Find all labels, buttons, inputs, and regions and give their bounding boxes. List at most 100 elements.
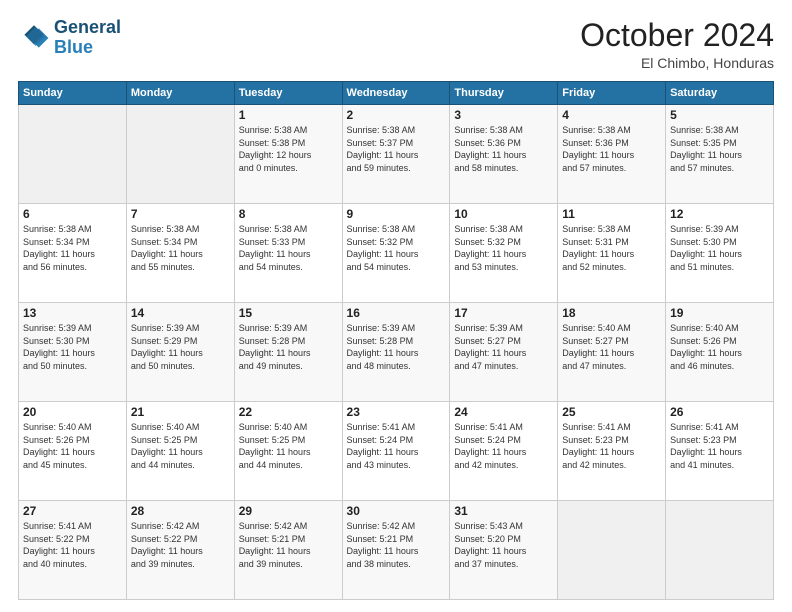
day-cell: 17 Sunrise: 5:39 AM Sunset: 5:27 PM Dayli… bbox=[450, 303, 558, 402]
day-number: 23 bbox=[347, 405, 446, 419]
day-info: Sunrise: 5:38 AM Sunset: 5:32 PM Dayligh… bbox=[347, 223, 446, 273]
day-info: Sunrise: 5:38 AM Sunset: 5:36 PM Dayligh… bbox=[562, 124, 661, 174]
day-number: 27 bbox=[23, 504, 122, 518]
col-saturday: Saturday bbox=[666, 82, 774, 105]
day-cell: 25 Sunrise: 5:41 AM Sunset: 5:23 PM Dayli… bbox=[558, 402, 666, 501]
day-info: Sunrise: 5:38 AM Sunset: 5:36 PM Dayligh… bbox=[454, 124, 553, 174]
day-info: Sunrise: 5:41 AM Sunset: 5:24 PM Dayligh… bbox=[454, 421, 553, 471]
day-info: Sunrise: 5:42 AM Sunset: 5:22 PM Dayligh… bbox=[131, 520, 230, 570]
day-cell: 16Sunrise: 5:39 AM Sunset: 5:28 PM Dayli… bbox=[342, 303, 450, 402]
day-number: 19 bbox=[670, 306, 769, 320]
day-number: 8 bbox=[239, 207, 338, 221]
day-number: 18 bbox=[562, 306, 661, 320]
day-cell: 5 Sunrise: 5:38 AM Sunset: 5:35 PM Daylig… bbox=[666, 105, 774, 204]
logo: General Blue bbox=[18, 18, 121, 58]
header: General Blue October 2024 El Chimbo, Hon… bbox=[18, 18, 774, 71]
day-info: Sunrise: 5:38 AM Sunset: 5:37 PM Dayligh… bbox=[347, 124, 446, 174]
day-info: Sunrise: 5:38 AM Sunset: 5:34 PM Dayligh… bbox=[131, 223, 230, 273]
day-info: Sunrise: 5:41 AM Sunset: 5:23 PM Dayligh… bbox=[670, 421, 769, 471]
day-cell bbox=[19, 105, 127, 204]
month-title: October 2024 bbox=[580, 18, 774, 53]
day-number: 26 bbox=[670, 405, 769, 419]
day-cell bbox=[126, 105, 234, 204]
day-number: 7 bbox=[131, 207, 230, 221]
title-block: October 2024 El Chimbo, Honduras bbox=[580, 18, 774, 71]
col-friday: Friday bbox=[558, 82, 666, 105]
day-cell: 12Sunrise: 5:39 AM Sunset: 5:30 PM Dayli… bbox=[666, 204, 774, 303]
day-number: 20 bbox=[23, 405, 122, 419]
day-info: Sunrise: 5:40 AM Sunset: 5:26 PM Dayligh… bbox=[23, 421, 122, 471]
logo-general: General bbox=[54, 17, 121, 37]
day-info: Sunrise: 5:42 AM Sunset: 5:21 PM Dayligh… bbox=[347, 520, 446, 570]
day-number: 30 bbox=[347, 504, 446, 518]
day-cell: 8 Sunrise: 5:38 AM Sunset: 5:33 PM Daylig… bbox=[234, 204, 342, 303]
day-number: 2 bbox=[347, 108, 446, 122]
day-cell: 13Sunrise: 5:39 AM Sunset: 5:30 PM Dayli… bbox=[19, 303, 127, 402]
col-thursday: Thursday bbox=[450, 82, 558, 105]
day-cell: 31Sunrise: 5:43 AM Sunset: 5:20 PM Dayli… bbox=[450, 501, 558, 600]
day-number: 10 bbox=[454, 207, 553, 221]
col-sunday: Sunday bbox=[19, 82, 127, 105]
day-cell: 29 Sunrise: 5:42 AM Sunset: 5:21 PM Dayli… bbox=[234, 501, 342, 600]
day-info: Sunrise: 5:42 AM Sunset: 5:21 PM Dayligh… bbox=[239, 520, 338, 570]
page: General Blue October 2024 El Chimbo, Hon… bbox=[0, 0, 792, 612]
day-cell: 26 Sunrise: 5:41 AM Sunset: 5:23 PM Dayli… bbox=[666, 402, 774, 501]
day-cell: 21 Sunrise: 5:40 AM Sunset: 5:25 PM Dayli… bbox=[126, 402, 234, 501]
day-cell bbox=[666, 501, 774, 600]
day-cell: 3Sunrise: 5:38 AM Sunset: 5:36 PM Daylig… bbox=[450, 105, 558, 204]
day-cell: 28Sunrise: 5:42 AM Sunset: 5:22 PM Dayli… bbox=[126, 501, 234, 600]
day-info: Sunrise: 5:41 AM Sunset: 5:23 PM Dayligh… bbox=[562, 421, 661, 471]
day-cell: 6 Sunrise: 5:38 AM Sunset: 5:34 PM Daylig… bbox=[19, 204, 127, 303]
day-cell: 24 Sunrise: 5:41 AM Sunset: 5:24 PM Dayli… bbox=[450, 402, 558, 501]
day-cell: 15 Sunrise: 5:39 AM Sunset: 5:28 PM Dayli… bbox=[234, 303, 342, 402]
day-number: 31 bbox=[454, 504, 553, 518]
col-wednesday: Wednesday bbox=[342, 82, 450, 105]
day-number: 25 bbox=[562, 405, 661, 419]
day-number: 11 bbox=[562, 207, 661, 221]
day-number: 21 bbox=[131, 405, 230, 419]
day-number: 13 bbox=[23, 306, 122, 320]
day-info: Sunrise: 5:40 AM Sunset: 5:27 PM Dayligh… bbox=[562, 322, 661, 372]
day-cell: 14 Sunrise: 5:39 AM Sunset: 5:29 PM Dayli… bbox=[126, 303, 234, 402]
day-cell: 10 Sunrise: 5:38 AM Sunset: 5:32 PM Dayli… bbox=[450, 204, 558, 303]
day-number: 22 bbox=[239, 405, 338, 419]
day-cell: 2 Sunrise: 5:38 AM Sunset: 5:37 PM Daylig… bbox=[342, 105, 450, 204]
col-monday: Monday bbox=[126, 82, 234, 105]
day-info: Sunrise: 5:40 AM Sunset: 5:25 PM Dayligh… bbox=[131, 421, 230, 471]
week-row-3: 13Sunrise: 5:39 AM Sunset: 5:30 PM Dayli… bbox=[19, 303, 774, 402]
day-number: 5 bbox=[670, 108, 769, 122]
day-info: Sunrise: 5:38 AM Sunset: 5:32 PM Dayligh… bbox=[454, 223, 553, 273]
day-cell: 30 Sunrise: 5:42 AM Sunset: 5:21 PM Dayli… bbox=[342, 501, 450, 600]
day-cell: 4Sunrise: 5:38 AM Sunset: 5:36 PM Daylig… bbox=[558, 105, 666, 204]
day-cell: 1Sunrise: 5:38 AM Sunset: 5:38 PM Daylig… bbox=[234, 105, 342, 204]
day-info: Sunrise: 5:39 AM Sunset: 5:28 PM Dayligh… bbox=[347, 322, 446, 372]
day-number: 24 bbox=[454, 405, 553, 419]
day-cell: 23Sunrise: 5:41 AM Sunset: 5:24 PM Dayli… bbox=[342, 402, 450, 501]
day-number: 9 bbox=[347, 207, 446, 221]
day-cell: 7 Sunrise: 5:38 AM Sunset: 5:34 PM Daylig… bbox=[126, 204, 234, 303]
subtitle: El Chimbo, Honduras bbox=[580, 55, 774, 71]
day-info: Sunrise: 5:40 AM Sunset: 5:26 PM Dayligh… bbox=[670, 322, 769, 372]
day-info: Sunrise: 5:39 AM Sunset: 5:27 PM Dayligh… bbox=[454, 322, 553, 372]
day-info: Sunrise: 5:38 AM Sunset: 5:35 PM Dayligh… bbox=[670, 124, 769, 174]
day-number: 6 bbox=[23, 207, 122, 221]
day-number: 15 bbox=[239, 306, 338, 320]
day-cell: 27Sunrise: 5:41 AM Sunset: 5:22 PM Dayli… bbox=[19, 501, 127, 600]
day-info: Sunrise: 5:38 AM Sunset: 5:33 PM Dayligh… bbox=[239, 223, 338, 273]
week-row-1: 1Sunrise: 5:38 AM Sunset: 5:38 PM Daylig… bbox=[19, 105, 774, 204]
day-number: 1 bbox=[239, 108, 338, 122]
day-number: 29 bbox=[239, 504, 338, 518]
day-number: 14 bbox=[131, 306, 230, 320]
day-number: 17 bbox=[454, 306, 553, 320]
day-info: Sunrise: 5:40 AM Sunset: 5:25 PM Dayligh… bbox=[239, 421, 338, 471]
day-info: Sunrise: 5:38 AM Sunset: 5:34 PM Dayligh… bbox=[23, 223, 122, 273]
header-row: Sunday Monday Tuesday Wednesday Thursday… bbox=[19, 82, 774, 105]
day-info: Sunrise: 5:39 AM Sunset: 5:28 PM Dayligh… bbox=[239, 322, 338, 372]
day-cell bbox=[558, 501, 666, 600]
logo-blue: Blue bbox=[54, 37, 93, 57]
day-number: 12 bbox=[670, 207, 769, 221]
day-cell: 19 Sunrise: 5:40 AM Sunset: 5:26 PM Dayli… bbox=[666, 303, 774, 402]
day-cell: 20 Sunrise: 5:40 AM Sunset: 5:26 PM Dayli… bbox=[19, 402, 127, 501]
day-info: Sunrise: 5:39 AM Sunset: 5:29 PM Dayligh… bbox=[131, 322, 230, 372]
week-row-2: 6 Sunrise: 5:38 AM Sunset: 5:34 PM Daylig… bbox=[19, 204, 774, 303]
